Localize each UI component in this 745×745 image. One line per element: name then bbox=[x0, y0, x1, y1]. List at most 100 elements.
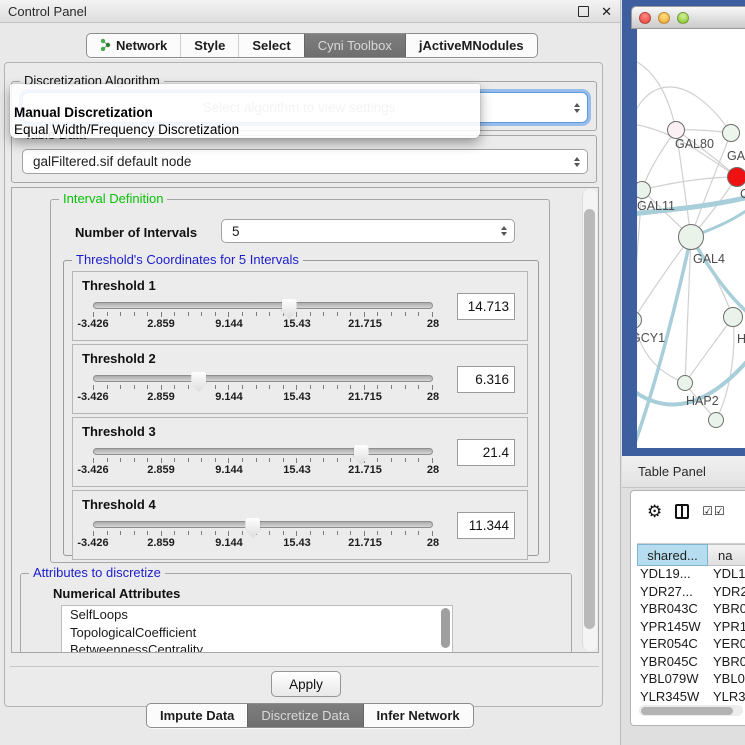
cyni-toolbox-content: Discretization Algorithm Select algorith… bbox=[4, 62, 603, 707]
cell-shared-name[interactable]: YLR345W bbox=[637, 689, 708, 707]
table-row[interactable]: YDR27...YDR2 bbox=[637, 584, 745, 602]
threshold-value-field[interactable]: 14.713 bbox=[457, 293, 515, 320]
network-canvas[interactable]: GAL80GACGAL11GAL4GCY1HHAP2 bbox=[637, 29, 745, 448]
table-panel-title: Table Panel bbox=[638, 464, 706, 479]
number-of-intervals-value: 5 bbox=[232, 224, 492, 239]
network-node[interactable] bbox=[708, 412, 724, 428]
threshold-panel: Threshold 4 -3.4262.8599.14415.4321.71528… bbox=[72, 490, 528, 560]
cell-shared-name[interactable]: YBR045C bbox=[637, 654, 708, 672]
slider-track[interactable] bbox=[93, 302, 433, 309]
numerical-attributes-list[interactable]: SelfLoopsTopologicalCoefficientBetweenne… bbox=[61, 605, 453, 653]
table-data-combobox[interactable]: galFiltered.sif default node bbox=[22, 149, 588, 174]
network-node-h[interactable] bbox=[723, 307, 743, 327]
combobox-arrows-icon bbox=[574, 157, 580, 167]
bottom-tab-impute-data[interactable]: Impute Data bbox=[147, 704, 247, 727]
threshold-panel: Threshold 1-3.4262.8599.14415.4321.71528… bbox=[72, 271, 528, 341]
scrollbar-track[interactable] bbox=[582, 189, 597, 651]
table-row[interactable]: YER054CYER0 bbox=[637, 636, 745, 654]
combobox-arrows-icon bbox=[574, 103, 580, 113]
cell-name[interactable]: YBR0 bbox=[708, 601, 745, 619]
table-row[interactable]: YBR045CYBR0 bbox=[637, 654, 745, 672]
tab-network[interactable]: Network bbox=[87, 34, 180, 57]
zoom-traffic-light-icon[interactable] bbox=[677, 12, 689, 24]
cell-shared-name[interactable]: YPR145W bbox=[637, 619, 708, 637]
column-header-name[interactable]: na bbox=[708, 544, 745, 566]
table-row[interactable]: YBL079WYBL0 bbox=[637, 671, 745, 689]
attribute-items: SelfLoopsTopologicalCoefficientBetweenne… bbox=[62, 606, 452, 653]
table-body: YDL19...YDL1YDR27...YDR2YBR043CYBR0YPR14… bbox=[637, 566, 745, 709]
background bbox=[621, 726, 745, 745]
tab-label: Style bbox=[194, 38, 225, 53]
bottom-tab-infer-network[interactable]: Infer Network bbox=[363, 704, 473, 727]
control-panel-titlebar: Control Panel ✕ bbox=[0, 0, 620, 23]
tab-style[interactable]: Style bbox=[180, 34, 238, 57]
cell-shared-name[interactable]: YBR043C bbox=[637, 601, 708, 619]
tab-cyni-toolbox[interactable]: Cyni Toolbox bbox=[304, 34, 405, 57]
horizontal-scrollbar-thumb[interactable] bbox=[641, 707, 733, 715]
threshold-slider[interactable]: -3.4262.8599.14415.4321.71528 bbox=[93, 302, 433, 330]
node-label: GCY1 bbox=[637, 331, 665, 345]
slider-track[interactable] bbox=[93, 521, 433, 528]
bottom-tab-discretize-data[interactable]: Discretize Data bbox=[247, 704, 362, 727]
network-node-gal4[interactable] bbox=[678, 224, 704, 250]
apply-button[interactable]: Apply bbox=[271, 671, 341, 697]
cell-shared-name[interactable]: YBL079W bbox=[637, 671, 708, 689]
close-icon[interactable]: ✕ bbox=[601, 5, 612, 18]
attribute-list-item[interactable]: BetweennessCentrality bbox=[62, 641, 452, 653]
table-row[interactable]: YBR043CYBR0 bbox=[637, 601, 745, 619]
cell-name[interactable]: YDL1 bbox=[708, 566, 745, 584]
checkbox-icons[interactable]: ☑☑ bbox=[702, 505, 726, 517]
threshold-slider[interactable]: -3.4262.8599.14415.4321.71528 bbox=[93, 375, 433, 403]
horizontal-scrollbar[interactable] bbox=[639, 705, 743, 716]
list-scrollbar[interactable] bbox=[441, 608, 450, 648]
number-of-intervals-spinner[interactable]: 5 bbox=[221, 219, 515, 243]
cell-name[interactable]: YDR2 bbox=[708, 584, 745, 602]
float-window-icon[interactable] bbox=[578, 6, 589, 17]
minimize-traffic-light-icon[interactable] bbox=[658, 12, 670, 24]
threshold-slider[interactable]: -3.4262.8599.14415.4321.71528 bbox=[93, 521, 433, 549]
attributes-group-title: Attributes to discretize bbox=[29, 566, 165, 580]
popup-option-equal-width-frequency-discretization[interactable]: Equal Width/Frequency Discretization bbox=[14, 122, 239, 137]
slider-track[interactable] bbox=[93, 448, 433, 455]
tab-select[interactable]: Select bbox=[238, 34, 303, 57]
network-icon bbox=[100, 38, 111, 54]
table-row[interactable]: YPR145WYPR1 bbox=[637, 619, 745, 637]
attributes-group: Attributes to discretize Numerical Attri… bbox=[20, 573, 572, 653]
threshold-label: Threshold 4 bbox=[82, 497, 156, 512]
cell-name[interactable]: YBL0 bbox=[708, 671, 745, 689]
spinner-arrows-icon bbox=[501, 226, 507, 236]
slider-axis-labels: -3.4262.8599.14415.4321.71528 bbox=[93, 391, 433, 403]
threshold-label: Threshold 3 bbox=[82, 424, 156, 439]
popup-option-manual-discretization[interactable]: Manual Discretization bbox=[14, 105, 153, 120]
split-columns-icon[interactable] bbox=[675, 504, 689, 519]
cell-name[interactable]: YPR1 bbox=[708, 619, 745, 637]
table-data-group: Table Data galFiltered.sif default node bbox=[11, 135, 597, 183]
table-row[interactable]: YLR345WYLR3 bbox=[637, 689, 745, 707]
threshold-value-field[interactable]: 21.4 bbox=[457, 439, 515, 466]
attribute-list-item[interactable]: SelfLoops bbox=[62, 606, 452, 624]
tab-jactivemnodules[interactable]: jActiveMNodules bbox=[405, 34, 537, 57]
numerical-attributes-label: Numerical Attributes bbox=[53, 586, 180, 601]
attribute-list-item[interactable]: TopologicalCoefficient bbox=[62, 624, 452, 642]
cell-shared-name[interactable]: YER054C bbox=[637, 636, 708, 654]
cell-name[interactable]: YER0 bbox=[708, 636, 745, 654]
close-traffic-light-icon[interactable] bbox=[639, 12, 651, 24]
thresholds-group: Threshold's Coordinates for 5 Intervals … bbox=[63, 260, 539, 556]
threshold-slider[interactable]: -3.4262.8599.14415.4321.71528 bbox=[93, 448, 433, 476]
column-header-shared-name[interactable]: shared... bbox=[637, 544, 708, 566]
threshold-value-field[interactable]: 11.344 bbox=[457, 512, 515, 539]
network-node-ga[interactable] bbox=[722, 124, 740, 142]
scrollbar-thumb[interactable] bbox=[584, 209, 595, 629]
cell-name[interactable]: YLR3 bbox=[708, 689, 745, 707]
cell-shared-name[interactable]: YDR27... bbox=[637, 584, 708, 602]
network-node-c[interactable] bbox=[727, 167, 745, 187]
slider-track[interactable] bbox=[93, 375, 433, 382]
cell-shared-name[interactable]: YDL19... bbox=[637, 566, 708, 584]
table-row[interactable]: YDL19...YDL1 bbox=[637, 566, 745, 584]
cell-name[interactable]: YBR0 bbox=[708, 654, 745, 672]
settings-gear-icon[interactable]: ⚙ bbox=[647, 503, 662, 520]
node-label: GAL80 bbox=[675, 137, 714, 151]
threshold-value-field[interactable]: 6.316 bbox=[457, 366, 515, 393]
network-node-hap2[interactable] bbox=[677, 375, 693, 391]
table-panel-window: ⚙ ☑☑ shared... na YDL19...YDL1YDR27...YD… bbox=[630, 490, 745, 726]
